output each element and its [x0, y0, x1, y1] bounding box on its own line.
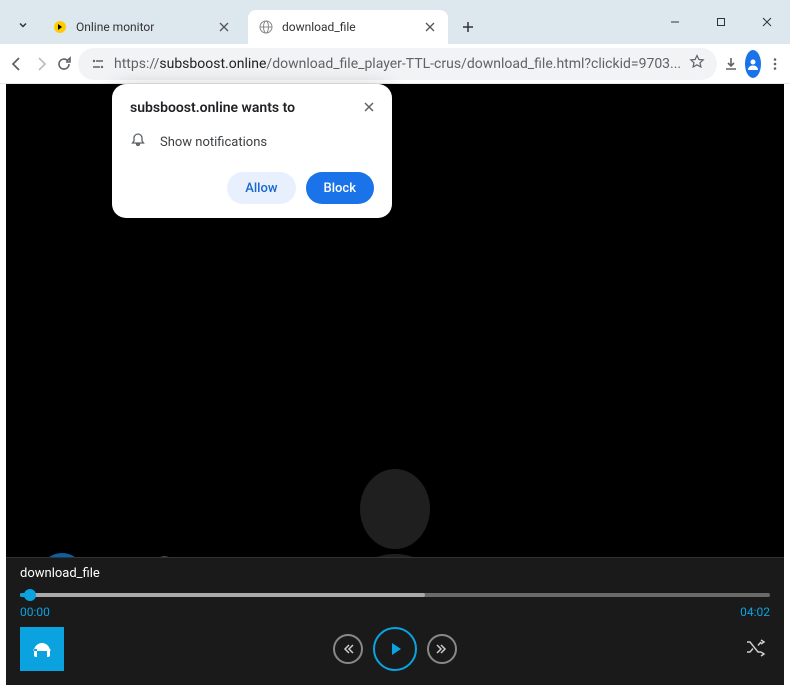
url-text: https://subsboost.online/download_file_p…: [114, 56, 681, 72]
site-settings-icon[interactable]: [90, 56, 106, 72]
album-art[interactable]: [20, 627, 64, 671]
popup-buttons: Allow Block: [130, 172, 374, 204]
close-icon[interactable]: [422, 19, 438, 35]
total-time: 04:02: [740, 605, 770, 619]
tab-search-dropdown[interactable]: [8, 8, 38, 42]
popup-title: subsboost.online wants to: [130, 100, 374, 116]
close-window-button[interactable]: [744, 6, 790, 38]
current-time: 00:00: [20, 605, 50, 619]
tab-online-monitor[interactable]: Online monitor: [42, 10, 242, 44]
tab-download-file[interactable]: download_file: [248, 10, 448, 44]
shuffle-button[interactable]: [744, 636, 766, 662]
downloads-button[interactable]: [723, 48, 739, 80]
back-button[interactable]: [8, 48, 26, 80]
address-bar[interactable]: https://subsboost.online/download_file_p…: [78, 48, 717, 80]
reload-button[interactable]: [56, 48, 72, 80]
progress-bar[interactable]: [20, 585, 770, 605]
previous-button[interactable]: [333, 634, 363, 664]
maximize-button[interactable]: [698, 6, 744, 38]
block-button[interactable]: Block: [306, 172, 374, 204]
track-title: download_file: [6, 558, 784, 585]
player-controls: [6, 619, 784, 685]
globe-icon: [258, 19, 274, 35]
popup-message: Show notifications: [160, 135, 267, 150]
close-icon[interactable]: [360, 98, 378, 116]
browser-titlebar: Online monitor download_file: [0, 0, 790, 44]
close-icon[interactable]: [216, 19, 232, 35]
forward-button[interactable]: [32, 48, 50, 80]
progress-thumb[interactable]: [24, 589, 36, 601]
audio-player: download_file 00:00 04:02: [6, 557, 784, 685]
time-display: 00:00 04:02: [6, 605, 784, 619]
norton-icon: [52, 19, 68, 35]
minimize-button[interactable]: [652, 6, 698, 38]
notification-permission-popup: subsboost.online wants to Show notificat…: [112, 84, 392, 218]
next-button[interactable]: [427, 634, 457, 664]
popup-message-row: Show notifications: [130, 132, 374, 152]
menu-button[interactable]: [767, 48, 782, 80]
bell-icon: [130, 132, 146, 152]
tab-title: download_file: [282, 20, 422, 34]
play-button[interactable]: [373, 627, 417, 671]
profile-button[interactable]: [745, 50, 761, 78]
allow-button[interactable]: Allow: [227, 172, 295, 204]
tab-title: Online monitor: [76, 20, 216, 34]
new-tab-button[interactable]: [454, 13, 482, 41]
window-controls: [652, 0, 790, 44]
browser-toolbar: https://subsboost.online/download_file_p…: [0, 44, 790, 84]
star-icon[interactable]: [689, 54, 705, 74]
